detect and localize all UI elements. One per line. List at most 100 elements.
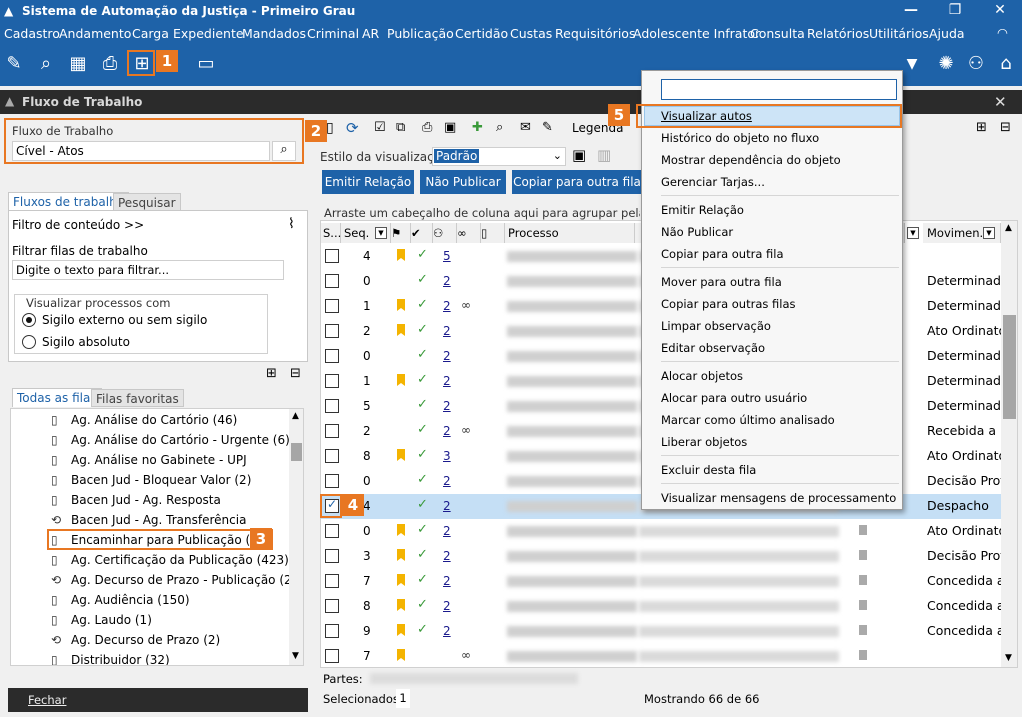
- radio-sigilo-externo[interactable]: [22, 313, 36, 327]
- row-checkbox[interactable]: [325, 574, 339, 588]
- tab-fluxos[interactable]: Fluxos de trabalho: [8, 192, 130, 210]
- table-row[interactable]: 7 ∞: [321, 644, 1001, 667]
- ctx-excluir-fila[interactable]: Excluir desta fila: [661, 461, 756, 479]
- menu-certidao[interactable]: Certidão: [455, 26, 508, 41]
- row-count-link[interactable]: 2: [443, 274, 451, 288]
- ctx-copiar-outras-filas[interactable]: Copiar para outras filas: [661, 295, 796, 313]
- ctx-limpar-observacao[interactable]: Limpar observação: [661, 317, 771, 335]
- grid-scroll-up-icon[interactable]: ▲: [1005, 223, 1012, 233]
- scroll-up-icon[interactable]: ▲: [292, 411, 299, 421]
- row-checkbox[interactable]: [325, 649, 339, 663]
- add-file-icon[interactable]: ✚: [472, 120, 483, 135]
- save-icon[interactable]: ▣: [444, 120, 456, 135]
- mov-filter-icon[interactable]: ▼: [983, 227, 995, 239]
- folder-icon[interactable]: ▭: [194, 52, 218, 76]
- row-count-link[interactable]: 5: [443, 249, 451, 263]
- lock-icon[interactable]: ⎙: [422, 120, 432, 135]
- emitir-relacao-button[interactable]: Emitir Relação: [322, 170, 414, 194]
- col-header-workflow-icon[interactable]: ⚇: [433, 223, 457, 243]
- tree-scroll-thumb[interactable]: [291, 443, 302, 461]
- grid-scrollbar[interactable]: ▲ ▼: [1001, 221, 1017, 667]
- printer-icon[interactable]: ⎙: [98, 52, 122, 76]
- seq-filter-icon[interactable]: ▼: [375, 227, 387, 239]
- ctx-editar-observacao[interactable]: Editar observação: [661, 339, 765, 357]
- scroll-down-icon[interactable]: ▼: [292, 651, 299, 661]
- queue-item[interactable]: Ag. Análise do Cartório (46): [71, 410, 237, 430]
- queue-item[interactable]: Distribuidor (32): [71, 650, 170, 665]
- row-checkbox[interactable]: [325, 249, 339, 263]
- table-row[interactable]: 0 ✓ 2 Ato Ordinató: [321, 519, 1006, 544]
- refresh-icon[interactable]: ⟳: [346, 119, 359, 137]
- chevron-down-icon[interactable]: ⌄: [553, 149, 562, 162]
- row-checkbox[interactable]: [325, 274, 339, 288]
- row-count-link[interactable]: 2: [443, 599, 451, 613]
- menu-ar[interactable]: AR: [362, 26, 379, 41]
- delete-style-icon[interactable]: ▥: [597, 146, 611, 164]
- tab-pesquisar[interactable]: Pesquisar: [113, 193, 181, 211]
- new-doc-icon[interactable]: ▯: [326, 120, 334, 136]
- row-count-link[interactable]: 2: [443, 549, 451, 563]
- close-icon[interactable]: ✕: [985, 2, 1015, 18]
- menu-consulta[interactable]: Consulta: [750, 26, 805, 41]
- table-row[interactable]: 8 ✓ 2 Concedida a: [321, 594, 1005, 619]
- ctx-liberar-objetos[interactable]: Liberar objetos: [661, 433, 747, 451]
- row-checkbox[interactable]: [325, 399, 339, 413]
- row-checkbox[interactable]: [325, 324, 339, 338]
- ctx-mostrar-dependencia[interactable]: Mostrar dependência do objeto: [661, 151, 841, 169]
- table-row[interactable]: 3 ✓ 2 Decisão Prof: [321, 544, 1005, 569]
- menu-andamento[interactable]: Andamento: [59, 26, 131, 41]
- row-checkbox[interactable]: [325, 449, 339, 463]
- right-expand-icon[interactable]: ⊞: [976, 120, 987, 135]
- row-checkbox[interactable]: [325, 299, 339, 313]
- ctx-alocar-objetos[interactable]: Alocar objetos: [661, 367, 743, 385]
- copy-icon[interactable]: ⧉: [396, 120, 405, 135]
- calendar-icon[interactable]: ▦: [66, 52, 90, 76]
- row-checkbox[interactable]: [325, 474, 339, 488]
- ctx-gerenciar-tarjas[interactable]: Gerenciar Tarjas...: [661, 173, 765, 191]
- menu-criminal[interactable]: Criminal: [307, 26, 359, 41]
- expand-tree-icon[interactable]: ⊞: [266, 366, 277, 381]
- col-header-flag-icon[interactable]: ⚑: [391, 223, 411, 243]
- tab-filas-favoritas[interactable]: Filas favoritas: [91, 389, 184, 407]
- queue-item[interactable]: Ag. Decurso de Prazo (2): [71, 630, 220, 650]
- row-count-link[interactable]: 2: [443, 499, 451, 513]
- filtro-conteudo-toggle[interactable]: Filtro de conteúdo >>: [12, 218, 144, 232]
- col-header-link-icon[interactable]: ∞: [457, 223, 481, 243]
- panel-close-icon[interactable]: ✕: [994, 93, 1007, 111]
- queue-item[interactable]: Ag. Decurso de Prazo - Publicação (26): [71, 570, 303, 590]
- queue-item[interactable]: Ag. Certificação da Publicação (423): [71, 550, 289, 570]
- restore-icon[interactable]: ❐: [940, 2, 970, 18]
- table-row[interactable]: 7 ✓ 2 Concedida a: [321, 569, 1005, 594]
- menu-publicacao[interactable]: Publicação: [387, 26, 454, 41]
- ctx-visualizar-mensagens[interactable]: Visualizar mensagens de processamento: [661, 489, 896, 507]
- row-checkbox[interactable]: [325, 549, 339, 563]
- row-count-link[interactable]: 2: [443, 374, 451, 388]
- home-icon[interactable]: ⌂: [994, 52, 1018, 76]
- menu-requisitorios[interactable]: Requisitórios: [555, 26, 635, 41]
- queue-item-encaminhar-publicacao[interactable]: Encaminhar para Publicação (66): [71, 530, 270, 550]
- ctx-visualizar-autos[interactable]: Visualizar autos: [661, 107, 752, 125]
- row-count-link[interactable]: 2: [443, 399, 451, 413]
- ctx-mover-outra-fila[interactable]: Mover para outra fila: [661, 273, 782, 291]
- minimize-icon[interactable]: —: [896, 2, 926, 18]
- queue-item[interactable]: Bacen Jud - Ag. Transferência: [71, 510, 246, 530]
- queue-item[interactable]: Ag. Análise do Cartório - Urgente (6): [71, 430, 290, 450]
- col-header-doc-icon[interactable]: ▯: [481, 223, 505, 243]
- note-icon[interactable]: ✎: [542, 120, 553, 135]
- queue-item[interactable]: Ag. Análise no Gabinete - UPJ: [71, 450, 247, 470]
- estilo-select[interactable]: Padrão ⌄: [432, 147, 566, 166]
- tree-scrollbar[interactable]: ▲ ▼: [289, 409, 303, 665]
- ctx-emitir-relacao[interactable]: Emitir Relação: [661, 201, 744, 219]
- radio-sigilo-absoluto[interactable]: [22, 335, 36, 349]
- save-style-icon[interactable]: ▣: [572, 146, 586, 164]
- row-count-link[interactable]: 2: [443, 474, 451, 488]
- menu-utilitarios[interactable]: Utilitários: [869, 26, 929, 41]
- table-row[interactable]: 9 ✓ 2 Concedida a: [321, 619, 1005, 644]
- queue-item[interactable]: Ag. Laudo (1): [71, 610, 152, 630]
- ctx-alocar-outro-usuario[interactable]: Alocar para outro usuário: [661, 389, 807, 407]
- row-count-link[interactable]: 2: [443, 524, 451, 538]
- search-process-icon[interactable]: ⌕: [34, 52, 58, 76]
- row-checkbox[interactable]: [325, 624, 339, 638]
- row-checkbox[interactable]: [325, 374, 339, 388]
- ctx-historico-objeto[interactable]: Histórico do objeto no fluxo: [661, 129, 819, 147]
